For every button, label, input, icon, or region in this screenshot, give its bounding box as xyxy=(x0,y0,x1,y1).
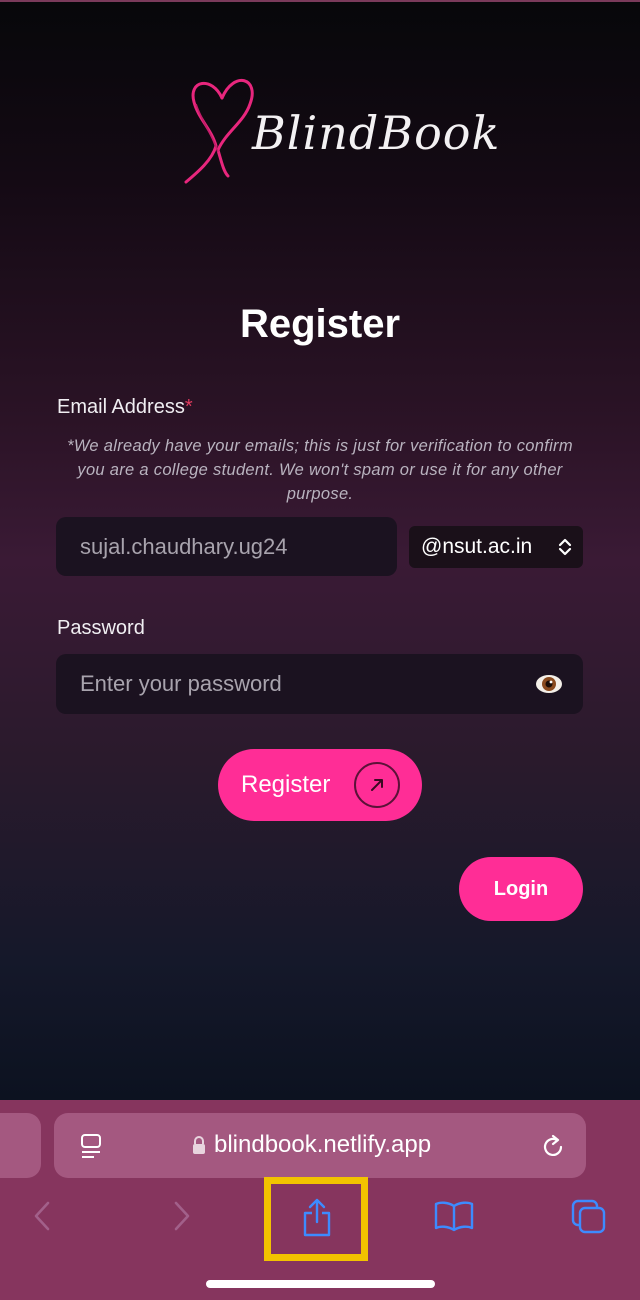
reload-icon[interactable] xyxy=(540,1132,566,1160)
previous-tab-preview[interactable] xyxy=(0,1113,41,1178)
email-domain-select[interactable]: @nsut.ac.in xyxy=(409,526,583,568)
url-text[interactable]: blindbook.netlify.app xyxy=(214,1131,431,1159)
bookmarks-icon[interactable] xyxy=(434,1200,474,1232)
register-button-label: Register xyxy=(241,771,331,798)
logo-text: BlindBook xyxy=(252,106,501,160)
home-indicator[interactable] xyxy=(206,1280,435,1288)
tabs-icon[interactable] xyxy=(571,1199,607,1235)
share-highlight-box xyxy=(264,1177,368,1261)
blindbook-logo[interactable]: BlindBook xyxy=(182,68,499,188)
heart-icon xyxy=(184,79,254,184)
page-title: Register xyxy=(239,302,401,346)
password-placeholder: Enter your password xyxy=(80,671,282,696)
password-field[interactable]: Enter your password xyxy=(56,654,583,714)
arrow-up-right-icon xyxy=(371,779,383,791)
reader-icon[interactable] xyxy=(80,1133,104,1159)
email-label-text: Email Address xyxy=(57,396,185,418)
password-label: Password xyxy=(57,617,145,639)
chevron-up-down-icon xyxy=(558,538,572,556)
email-field[interactable]: sujal.chaudhary.ug24 xyxy=(56,517,397,576)
required-asterisk: * xyxy=(184,396,193,418)
email-value: sujal.chaudhary.ug24 xyxy=(80,533,288,559)
register-button[interactable]: Register xyxy=(218,749,422,821)
forward-icon[interactable] xyxy=(172,1200,192,1232)
email-label: Email Address* xyxy=(57,396,193,419)
email-note: *We already have your emails; this is ju… xyxy=(67,437,573,503)
domain-selected-value: @nsut.ac.in xyxy=(421,535,533,558)
lock-icon xyxy=(193,1136,205,1154)
top-border xyxy=(0,0,640,2)
login-button[interactable]: Login xyxy=(459,857,583,921)
arrow-circle xyxy=(354,762,400,808)
eye-icon[interactable] xyxy=(534,670,564,698)
back-icon[interactable] xyxy=(32,1200,52,1232)
